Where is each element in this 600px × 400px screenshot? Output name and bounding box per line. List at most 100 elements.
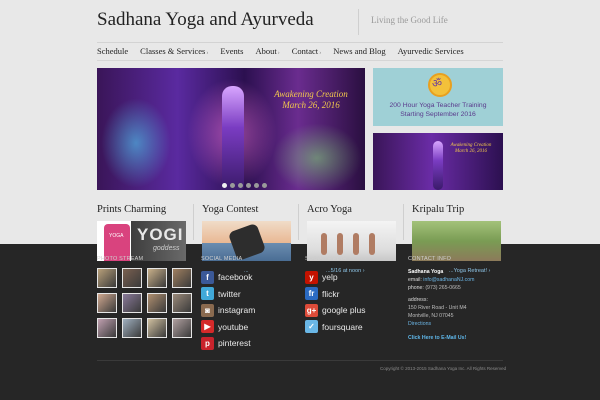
feature-title-acro-yoga[interactable]: Acro Yoga <box>307 204 352 215</box>
photo-thumbnail[interactable] <box>122 318 142 338</box>
social-link-yelp[interactable]: y yelp <box>305 269 365 286</box>
photo-thumbnail[interactable] <box>122 293 142 313</box>
contact-info-heading: CONTACT INFO <box>408 256 452 262</box>
photo-thumbnail[interactable] <box>172 293 192 313</box>
nav-divider <box>97 60 503 61</box>
feature-image-yoga-contest[interactable] <box>202 221 291 261</box>
banner-caption-date: March 26, 2016 <box>455 149 487 154</box>
teacher-training-text: 200 Hour Yoga Teacher Training Starting … <box>373 101 503 119</box>
facebook-icon: f <box>201 270 214 284</box>
social-link-label: flickr <box>322 288 340 299</box>
social-link-label: google plus <box>322 305 366 316</box>
feature-image-acro-yoga[interactable] <box>307 221 396 261</box>
slider-dot[interactable] <box>238 183 243 188</box>
slider-dot[interactable] <box>222 183 227 188</box>
address-line-1: 150 River Road - Unit M4 <box>408 305 467 311</box>
footer-divider <box>97 360 503 361</box>
column-divider <box>298 204 299 240</box>
social-link-label: yelp <box>322 272 338 283</box>
photo-thumbnail[interactable] <box>147 293 167 313</box>
twitter-icon: t <box>201 287 214 301</box>
email-link[interactable]: info@sadhanaNJ.com <box>423 277 474 283</box>
hero-light-effect <box>101 98 171 188</box>
tagline-divider <box>358 9 359 35</box>
address-line-2: Montville, NJ 07045 <box>408 313 454 319</box>
nav-item-label: About <box>255 46 277 56</box>
copyright-text: Copyright © 2013-2015 Sadhana Yoga Inc. … <box>380 366 507 371</box>
nav-item-classes-services[interactable]: Classes & Services› <box>140 46 208 56</box>
teacher-training-date: Starting September 2016 <box>400 111 476 118</box>
photo-thumbnail[interactable] <box>172 318 192 338</box>
photo-thumbnail[interactable] <box>97 293 117 313</box>
social-link-instagram[interactable]: ◙ instagram <box>201 302 255 319</box>
nav-item-label: Classes & Services <box>140 46 206 56</box>
site-title[interactable]: Sadhana Yoga and Ayurveda <box>97 9 314 31</box>
email-label: email: <box>408 277 422 283</box>
chevron-right-icon: › <box>319 50 322 56</box>
site-tagline: Living the Good Life <box>371 15 448 25</box>
acro-figure <box>321 233 327 255</box>
social-link-label: facebook <box>218 272 253 283</box>
address-label: address: <box>408 297 428 303</box>
nav-item-events[interactable]: Events <box>220 46 243 56</box>
contact-info: Sadhana Yoga email: info@sadhanaNJ.com p… <box>408 268 474 342</box>
photo-thumbnail[interactable] <box>97 318 117 338</box>
social-link-twitter[interactable]: t twitter <box>201 286 255 303</box>
nav-item-news-blog[interactable]: News and Blog <box>333 46 385 56</box>
feature-title-prints-charming[interactable]: Prints Charming <box>97 204 166 215</box>
nav-item-label: News and Blog <box>333 46 386 56</box>
hero-caption-date: March 26, 2016 <box>282 100 340 110</box>
teacher-training-banner[interactable]: ॐ 200 Hour Yoga Teacher Training Startin… <box>373 68 503 126</box>
hero-light-effect <box>272 123 362 190</box>
social-link-label: pinterest <box>218 338 251 349</box>
photo-thumbnail[interactable] <box>172 268 192 288</box>
social-link-youtube[interactable]: ▶ youtube <box>201 319 255 336</box>
nav-item-schedule[interactable]: Schedule <box>97 46 128 56</box>
hero-dancer-figure <box>222 86 244 190</box>
photo-thumbnail[interactable] <box>122 268 142 288</box>
photo-thumbnail[interactable] <box>97 268 117 288</box>
teacher-training-title: 200 Hour Yoga Teacher Training <box>389 102 487 109</box>
slider-dot[interactable] <box>230 183 235 188</box>
slider-dot[interactable] <box>254 183 259 188</box>
email-us-link[interactable]: Click Here to E-Mail Us! <box>408 335 466 341</box>
social-link-pinterest[interactable]: p pinterest <box>201 335 255 352</box>
om-symbol-icon: ॐ <box>432 78 443 90</box>
footer-background <box>0 244 600 400</box>
nav-item-label: Events <box>220 46 244 56</box>
yogi-print-text: YOGI <box>137 225 184 244</box>
feature-image-kripalu-trip[interactable] <box>412 221 501 261</box>
nav-item-label: Ayurvedic Services <box>397 46 464 56</box>
slider-pagination <box>222 183 267 188</box>
photo-thumbnail[interactable] <box>147 318 167 338</box>
social-link-facebook[interactable]: f facebook <box>201 269 255 286</box>
photo-thumbnail[interactable] <box>147 268 167 288</box>
yelp-icon: y <box>305 270 318 284</box>
hero-slider[interactable]: Awakening Creation March 26, 2016 <box>97 68 365 190</box>
feature-title-yoga-contest[interactable]: Yoga Contest <box>202 204 258 215</box>
social-link-foursquare[interactable]: ✓ foursquare <box>305 319 365 336</box>
nav-item-ayurvedic-services[interactable]: Ayurvedic Services <box>398 46 464 56</box>
acro-figure <box>369 233 375 255</box>
directions-link[interactable]: Directions <box>408 321 431 327</box>
hero-caption: Awakening Creation March 26, 2016 <box>263 89 359 111</box>
google-plus-icon: g+ <box>305 303 318 317</box>
feature-title-kripalu-trip[interactable]: Kripalu Trip <box>412 204 464 215</box>
photo-stream-heading: PHOTO STREAM <box>97 256 144 262</box>
slider-dot[interactable] <box>246 183 251 188</box>
social-link-flickr[interactable]: fr flickr <box>305 286 365 303</box>
flickr-icon: fr <box>305 287 318 301</box>
nav-item-contact[interactable]: Contact› <box>292 46 321 56</box>
phone-number: (973) 265-0665 <box>425 285 461 291</box>
chevron-right-icon: › <box>206 50 209 56</box>
nav-item-about[interactable]: About› <box>255 46 279 56</box>
instagram-icon: ◙ <box>201 303 214 317</box>
nav-item-label: Schedule <box>97 46 129 56</box>
column-divider <box>403 204 404 240</box>
contact-name: Sadhana Yoga <box>408 269 444 275</box>
slider-dot[interactable] <box>262 183 267 188</box>
nav-item-label: Contact <box>291 46 319 56</box>
social-link-google-plus[interactable]: g+ google plus <box>305 302 365 319</box>
feature-image-prints-charming[interactable]: YOGA YOGI goddess <box>97 221 186 261</box>
awakening-creation-banner[interactable]: Awakening Creation March 26, 2016 <box>373 133 503 190</box>
